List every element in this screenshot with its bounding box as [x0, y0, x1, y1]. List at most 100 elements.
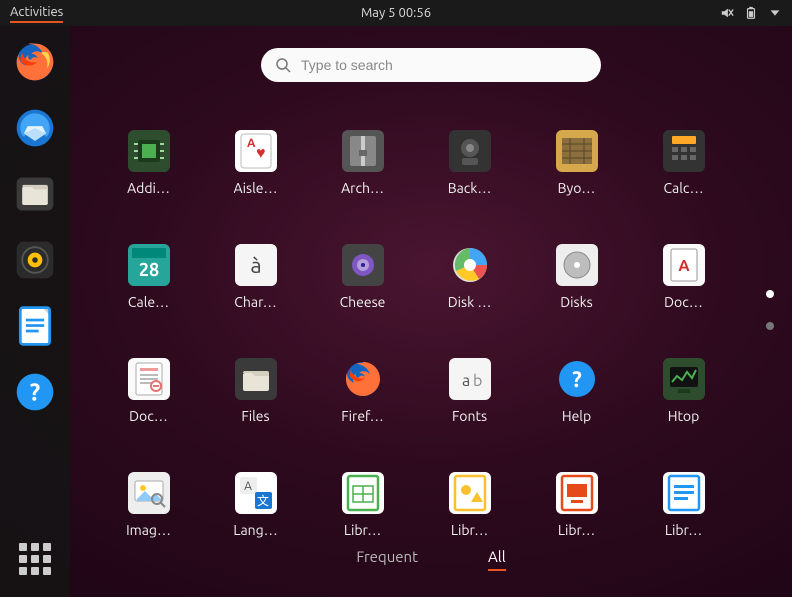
app-label: Help [562, 408, 591, 424]
app-label: Libr… [665, 522, 702, 538]
byobu-icon [556, 130, 598, 172]
app-label: Lang… [233, 522, 277, 538]
app-launcher[interactable]: Doc… [104, 358, 194, 424]
page-dot-2[interactable] [766, 322, 774, 330]
dock-item-libreoffice-writer[interactable] [11, 302, 59, 350]
app-launcher[interactable]: à Char… [211, 244, 301, 310]
app-launcher[interactable]: A♥ Aisle… [211, 130, 301, 196]
fonts-icon: ab [449, 358, 491, 400]
page-indicator [766, 290, 774, 330]
app-launcher[interactable]: Firef… [318, 358, 408, 424]
svg-text:A: A [678, 257, 690, 275]
archive-icon [342, 130, 384, 172]
app-launcher[interactable]: 28 Cale… [104, 244, 194, 310]
app-launcher[interactable]: ab Fonts [425, 358, 515, 424]
card-icon: A♥ [235, 130, 277, 172]
lo-calc-icon [342, 472, 384, 514]
calendar-icon: 28 [128, 244, 170, 286]
app-launcher[interactable]: A文 Lang… [211, 472, 301, 538]
svg-text:?: ? [572, 367, 582, 392]
app-label: Calc… [663, 180, 703, 196]
app-launcher[interactable]: Byo… [532, 130, 622, 196]
app-label: Cale… [128, 294, 169, 310]
disk-usage-icon [449, 244, 491, 286]
app-label: Libr… [451, 522, 488, 538]
app-launcher[interactable]: Addi… [104, 130, 194, 196]
app-launcher[interactable]: Libr… [532, 472, 622, 538]
activities-button[interactable]: Activities [10, 5, 63, 23]
app-label: Cheese [340, 294, 386, 310]
app-label: Char… [234, 294, 276, 310]
app-launcher[interactable]: Disk … [425, 244, 515, 310]
htop-icon [663, 358, 705, 400]
app-label: Arch… [341, 180, 384, 196]
applications-grid: Addi…A♥Aisle…Arch…Back…Byo…Calc…28Cale…à… [100, 130, 732, 538]
app-label: Libr… [558, 522, 595, 538]
app-label: Doc… [129, 408, 168, 424]
svg-text:?: ? [30, 378, 40, 405]
svg-text:à: à [250, 253, 261, 278]
safe-icon [449, 130, 491, 172]
view-tabs: Frequent All [70, 548, 792, 571]
app-label: Libr… [344, 522, 381, 538]
lo-draw-icon [449, 472, 491, 514]
app-label: Disk … [448, 294, 492, 310]
app-launcher[interactable]: A Doc… [639, 244, 729, 310]
help-icon: ? [556, 358, 598, 400]
cheese-icon [342, 244, 384, 286]
image-icon [128, 472, 170, 514]
tab-frequent[interactable]: Frequent [356, 548, 418, 571]
show-applications-button[interactable] [11, 535, 59, 583]
app-label: Aisle… [234, 180, 278, 196]
app-label: Imag… [126, 522, 171, 538]
search-bar[interactable] [261, 48, 601, 82]
app-launcher[interactable]: Htop [639, 358, 729, 424]
app-launcher[interactable]: Libr… [318, 472, 408, 538]
svg-text:b: b [473, 372, 482, 390]
disks-icon [556, 244, 598, 286]
app-launcher[interactable]: ? Help [532, 358, 622, 424]
app-label: Htop [668, 408, 700, 424]
clock[interactable]: May 5 00:56 [361, 6, 431, 20]
firefox-icon [342, 358, 384, 400]
calc-icon [663, 130, 705, 172]
svg-text:A: A [244, 480, 252, 493]
app-launcher[interactable]: Calc… [639, 130, 729, 196]
doc-a-icon: A [663, 244, 705, 286]
app-label: Files [241, 408, 269, 424]
chevron-down-icon [768, 6, 782, 20]
page-dot-1[interactable] [766, 290, 774, 298]
svg-text:A: A [247, 137, 256, 150]
app-label: Doc… [664, 294, 703, 310]
battery-icon [744, 6, 758, 20]
app-label: Firef… [341, 408, 383, 424]
lang-icon: A文 [235, 472, 277, 514]
app-launcher[interactable]: Libr… [639, 472, 729, 538]
folder-icon [235, 358, 277, 400]
lo-impress-icon [556, 472, 598, 514]
app-launcher[interactable]: Back… [425, 130, 515, 196]
search-input[interactable] [301, 57, 587, 73]
volume-muted-icon [720, 6, 734, 20]
app-label: Byo… [558, 180, 596, 196]
app-launcher[interactable]: Files [211, 358, 301, 424]
app-launcher[interactable]: Imag… [104, 472, 194, 538]
doc-viewer-icon [128, 358, 170, 400]
app-launcher[interactable]: Arch… [318, 130, 408, 196]
lo-writer-icon [663, 472, 705, 514]
app-label: Disks [560, 294, 593, 310]
tab-all[interactable]: All [488, 548, 506, 571]
app-label: Fonts [452, 408, 487, 424]
dock-item-firefox[interactable] [11, 38, 59, 86]
app-launcher[interactable]: Libr… [425, 472, 515, 538]
dock-item-files[interactable] [11, 170, 59, 218]
dock-item-thunderbird[interactable] [11, 104, 59, 152]
dock-item-help[interactable]: ? [11, 368, 59, 416]
system-status-area[interactable] [720, 6, 782, 20]
dock-item-rhythmbox[interactable] [11, 236, 59, 284]
app-launcher[interactable]: Cheese [318, 244, 408, 310]
app-launcher[interactable]: Disks [532, 244, 622, 310]
svg-text:♥: ♥ [256, 144, 266, 162]
svg-text:a: a [462, 372, 470, 390]
char-icon: à [235, 244, 277, 286]
